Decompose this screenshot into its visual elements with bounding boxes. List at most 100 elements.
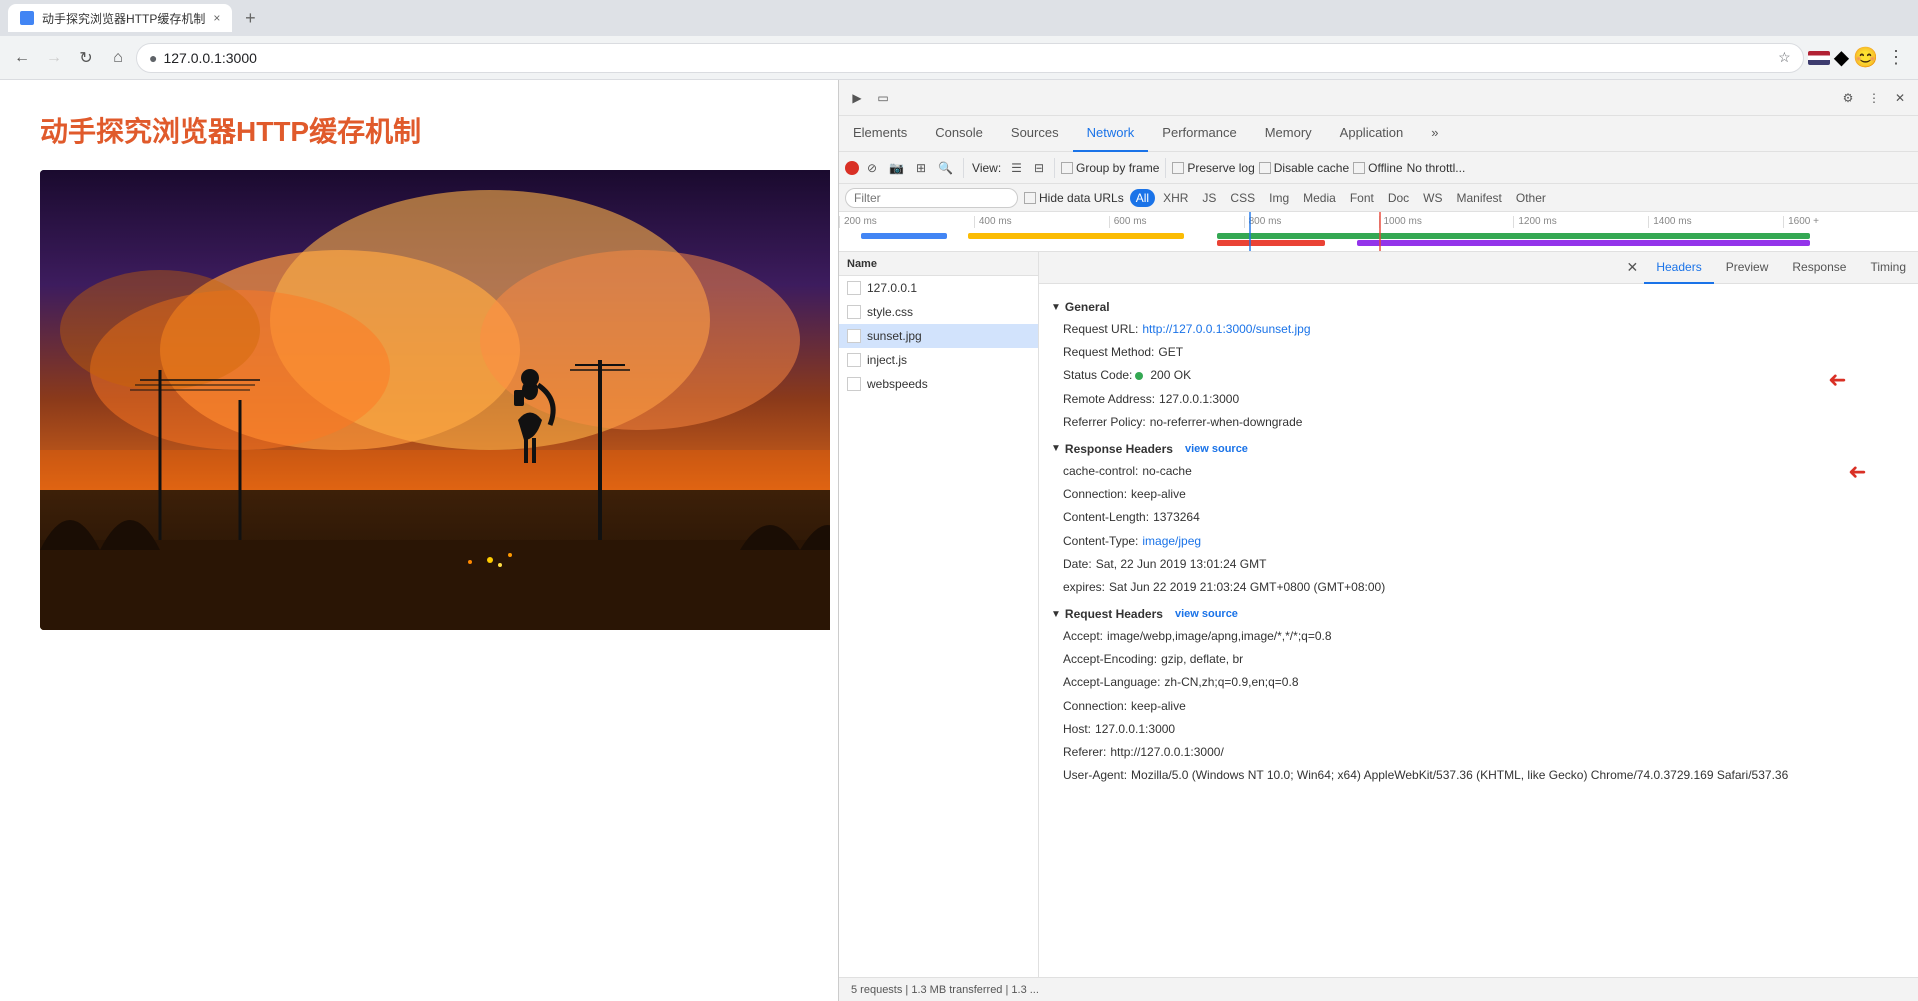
- no-throttle-label[interactable]: No throttl...: [1407, 161, 1466, 175]
- device-toolbar-button[interactable]: ▭: [871, 86, 895, 110]
- profile-icon[interactable]: 😊: [1853, 45, 1878, 70]
- network-body: 127.0.0.1 Name 127.0.0.1 style.css sunse…: [839, 252, 1918, 1001]
- file-item-127[interactable]: 127.0.0.1: [839, 276, 1038, 300]
- filter-img[interactable]: Img: [1263, 189, 1295, 207]
- address-bar[interactable]: ● 127.0.0.1:3000 ☆: [136, 43, 1804, 73]
- disable-cache-label[interactable]: Disable cache: [1259, 161, 1349, 175]
- detail-close-button[interactable]: ✕: [1620, 256, 1644, 280]
- filter-bar: Hide data URLs All XHR JS CSS Img Media …: [839, 184, 1918, 212]
- detail-tab-headers[interactable]: Headers: [1644, 252, 1713, 284]
- file-icon: [847, 329, 861, 343]
- file-item-js[interactable]: inject.js: [839, 348, 1038, 372]
- status-code-val: 200 OK: [1150, 366, 1191, 385]
- home-button[interactable]: ⌂: [104, 44, 132, 72]
- filter-all[interactable]: All: [1130, 189, 1155, 207]
- filter-font[interactable]: Font: [1344, 189, 1380, 207]
- tick-200: 200 ms: [839, 216, 974, 228]
- status-code-row: Status Code: 200 OK ➜: [1051, 364, 1906, 387]
- response-header-expires: expires: Sat Jun 22 2019 21:03:24 GMT+08…: [1051, 576, 1906, 599]
- preserve-log-label[interactable]: Preserve log: [1172, 161, 1254, 175]
- request-header-accept-encoding: Accept-Encoding: gzip, deflate, br: [1051, 648, 1906, 671]
- request-method-key: Request Method:: [1063, 343, 1154, 362]
- response-header-date: Date: Sat, 22 Jun 2019 13:01:24 GMT: [1051, 553, 1906, 576]
- more-tabs-button[interactable]: »: [1417, 116, 1452, 152]
- detail-tab-timing[interactable]: Timing: [1858, 252, 1918, 284]
- cache-control-arrow-icon: ➜: [1848, 454, 1866, 489]
- filter-xhr[interactable]: XHR: [1157, 189, 1194, 207]
- hide-data-urls-label[interactable]: Hide data URLs: [1024, 191, 1124, 205]
- request-url-key: Request URL:: [1063, 320, 1138, 339]
- filter-other[interactable]: Other: [1510, 189, 1552, 207]
- filter-media[interactable]: Media: [1297, 189, 1342, 207]
- view-label: View:: [970, 161, 1003, 175]
- file-list-header: 127.0.0.1 Name: [839, 252, 1038, 276]
- tab-console[interactable]: Console: [921, 116, 997, 152]
- inspect-element-button[interactable]: ▶: [845, 86, 869, 110]
- clear-button[interactable]: ⊘: [863, 158, 881, 178]
- settings-button[interactable]: ⚙: [1836, 86, 1860, 110]
- request-url-val: http://127.0.0.1:3000/sunset.jpg: [1142, 320, 1310, 339]
- tick-1600: 1600 +: [1783, 216, 1918, 228]
- filter-button[interactable]: ⊞: [912, 158, 930, 178]
- page-content: 动手探究浏览器HTTP缓存机制: [0, 80, 830, 1001]
- file-item-webspeeds[interactable]: webspeeds: [839, 372, 1038, 396]
- request-method-val: GET: [1158, 343, 1183, 362]
- extension-icon[interactable]: ◆: [1834, 45, 1849, 70]
- page-image: [40, 170, 830, 630]
- devtools-panel: ▶ ▭ ⚙ ⋮ ✕ Elements Console Sources Netwo…: [838, 80, 1918, 1001]
- browser-window: 动手探究浏览器HTTP缓存机制 × + ← → ↻ ⌂ ● 127.0.0.1:…: [0, 0, 1918, 80]
- file-icon: [847, 353, 861, 367]
- view-list-button[interactable]: ☰: [1007, 158, 1026, 178]
- group-by-frame-label[interactable]: Group by frame: [1061, 161, 1159, 175]
- request-header-referer: Referer: http://127.0.0.1:3000/: [1051, 741, 1906, 764]
- tab-performance[interactable]: Performance: [1148, 116, 1250, 152]
- bookmark-icon[interactable]: ☆: [1778, 49, 1791, 66]
- back-button[interactable]: ←: [8, 44, 36, 72]
- request-header-host: Host: 127.0.0.1:3000: [1051, 718, 1906, 741]
- tab-bar: 动手探究浏览器HTTP缓存机制 × +: [0, 0, 1918, 36]
- new-tab-button[interactable]: +: [236, 4, 264, 32]
- filter-ws[interactable]: WS: [1417, 189, 1448, 207]
- view-source-response[interactable]: view source: [1185, 443, 1248, 455]
- forward-button[interactable]: →: [40, 44, 68, 72]
- tab-application[interactable]: Application: [1326, 116, 1418, 152]
- tick-1000: 1000 ms: [1379, 216, 1514, 228]
- status-code-key: Status Code:: [1063, 366, 1132, 385]
- filter-js[interactable]: JS: [1196, 189, 1222, 207]
- tab-favicon: [20, 11, 34, 25]
- status-arrow-icon: ➜: [1828, 362, 1846, 397]
- file-item-jpg[interactable]: sunset.jpg: [839, 324, 1038, 348]
- response-headers-title: Response Headers view source: [1051, 442, 1906, 456]
- close-devtools-button[interactable]: ✕: [1888, 86, 1912, 110]
- view-source-request[interactable]: view source: [1175, 608, 1238, 620]
- tab-elements[interactable]: Elements: [839, 116, 921, 152]
- capture-screenshot-button[interactable]: 📷: [885, 158, 908, 178]
- more-tools-button[interactable]: ⋮: [1862, 86, 1886, 110]
- referrer-policy-key: Referrer Policy:: [1063, 413, 1146, 432]
- file-item-css[interactable]: style.css: [839, 300, 1038, 324]
- detail-tab-response[interactable]: Response: [1780, 252, 1858, 284]
- filter-css[interactable]: CSS: [1224, 189, 1261, 207]
- filter-input[interactable]: [845, 188, 1018, 208]
- response-header-cache-control: cache-control: no-cache ➜: [1051, 460, 1906, 483]
- reload-button[interactable]: ↻: [72, 44, 100, 72]
- general-section: General Request URL: http://127.0.0.1:30…: [1051, 300, 1906, 434]
- offline-label[interactable]: Offline: [1353, 161, 1402, 175]
- search-button[interactable]: 🔍: [934, 158, 957, 178]
- tab-memory[interactable]: Memory: [1251, 116, 1326, 152]
- menu-button[interactable]: ⋮: [1882, 44, 1910, 72]
- active-tab[interactable]: 动手探究浏览器HTTP缓存机制 ×: [8, 4, 232, 32]
- request-url-row: Request URL: http://127.0.0.1:3000/sunse…: [1051, 318, 1906, 341]
- record-button[interactable]: [845, 161, 859, 175]
- request-header-accept-language: Accept-Language: zh-CN,zh;q=0.9,en;q=0.8: [1051, 671, 1906, 694]
- tab-network[interactable]: Network: [1073, 116, 1149, 152]
- filter-doc[interactable]: Doc: [1382, 189, 1415, 207]
- tick-1200: 1200 ms: [1513, 216, 1648, 228]
- request-header-connection: Connection: keep-alive: [1051, 695, 1906, 718]
- detail-tabs-bar: ✕ Headers Preview Response Timing: [1039, 252, 1918, 284]
- tab-sources[interactable]: Sources: [997, 116, 1073, 152]
- view-filmstrip-button[interactable]: ⊟: [1030, 158, 1048, 178]
- tab-close-icon[interactable]: ×: [213, 11, 220, 25]
- filter-manifest[interactable]: Manifest: [1451, 189, 1508, 207]
- detail-tab-preview[interactable]: Preview: [1714, 252, 1781, 284]
